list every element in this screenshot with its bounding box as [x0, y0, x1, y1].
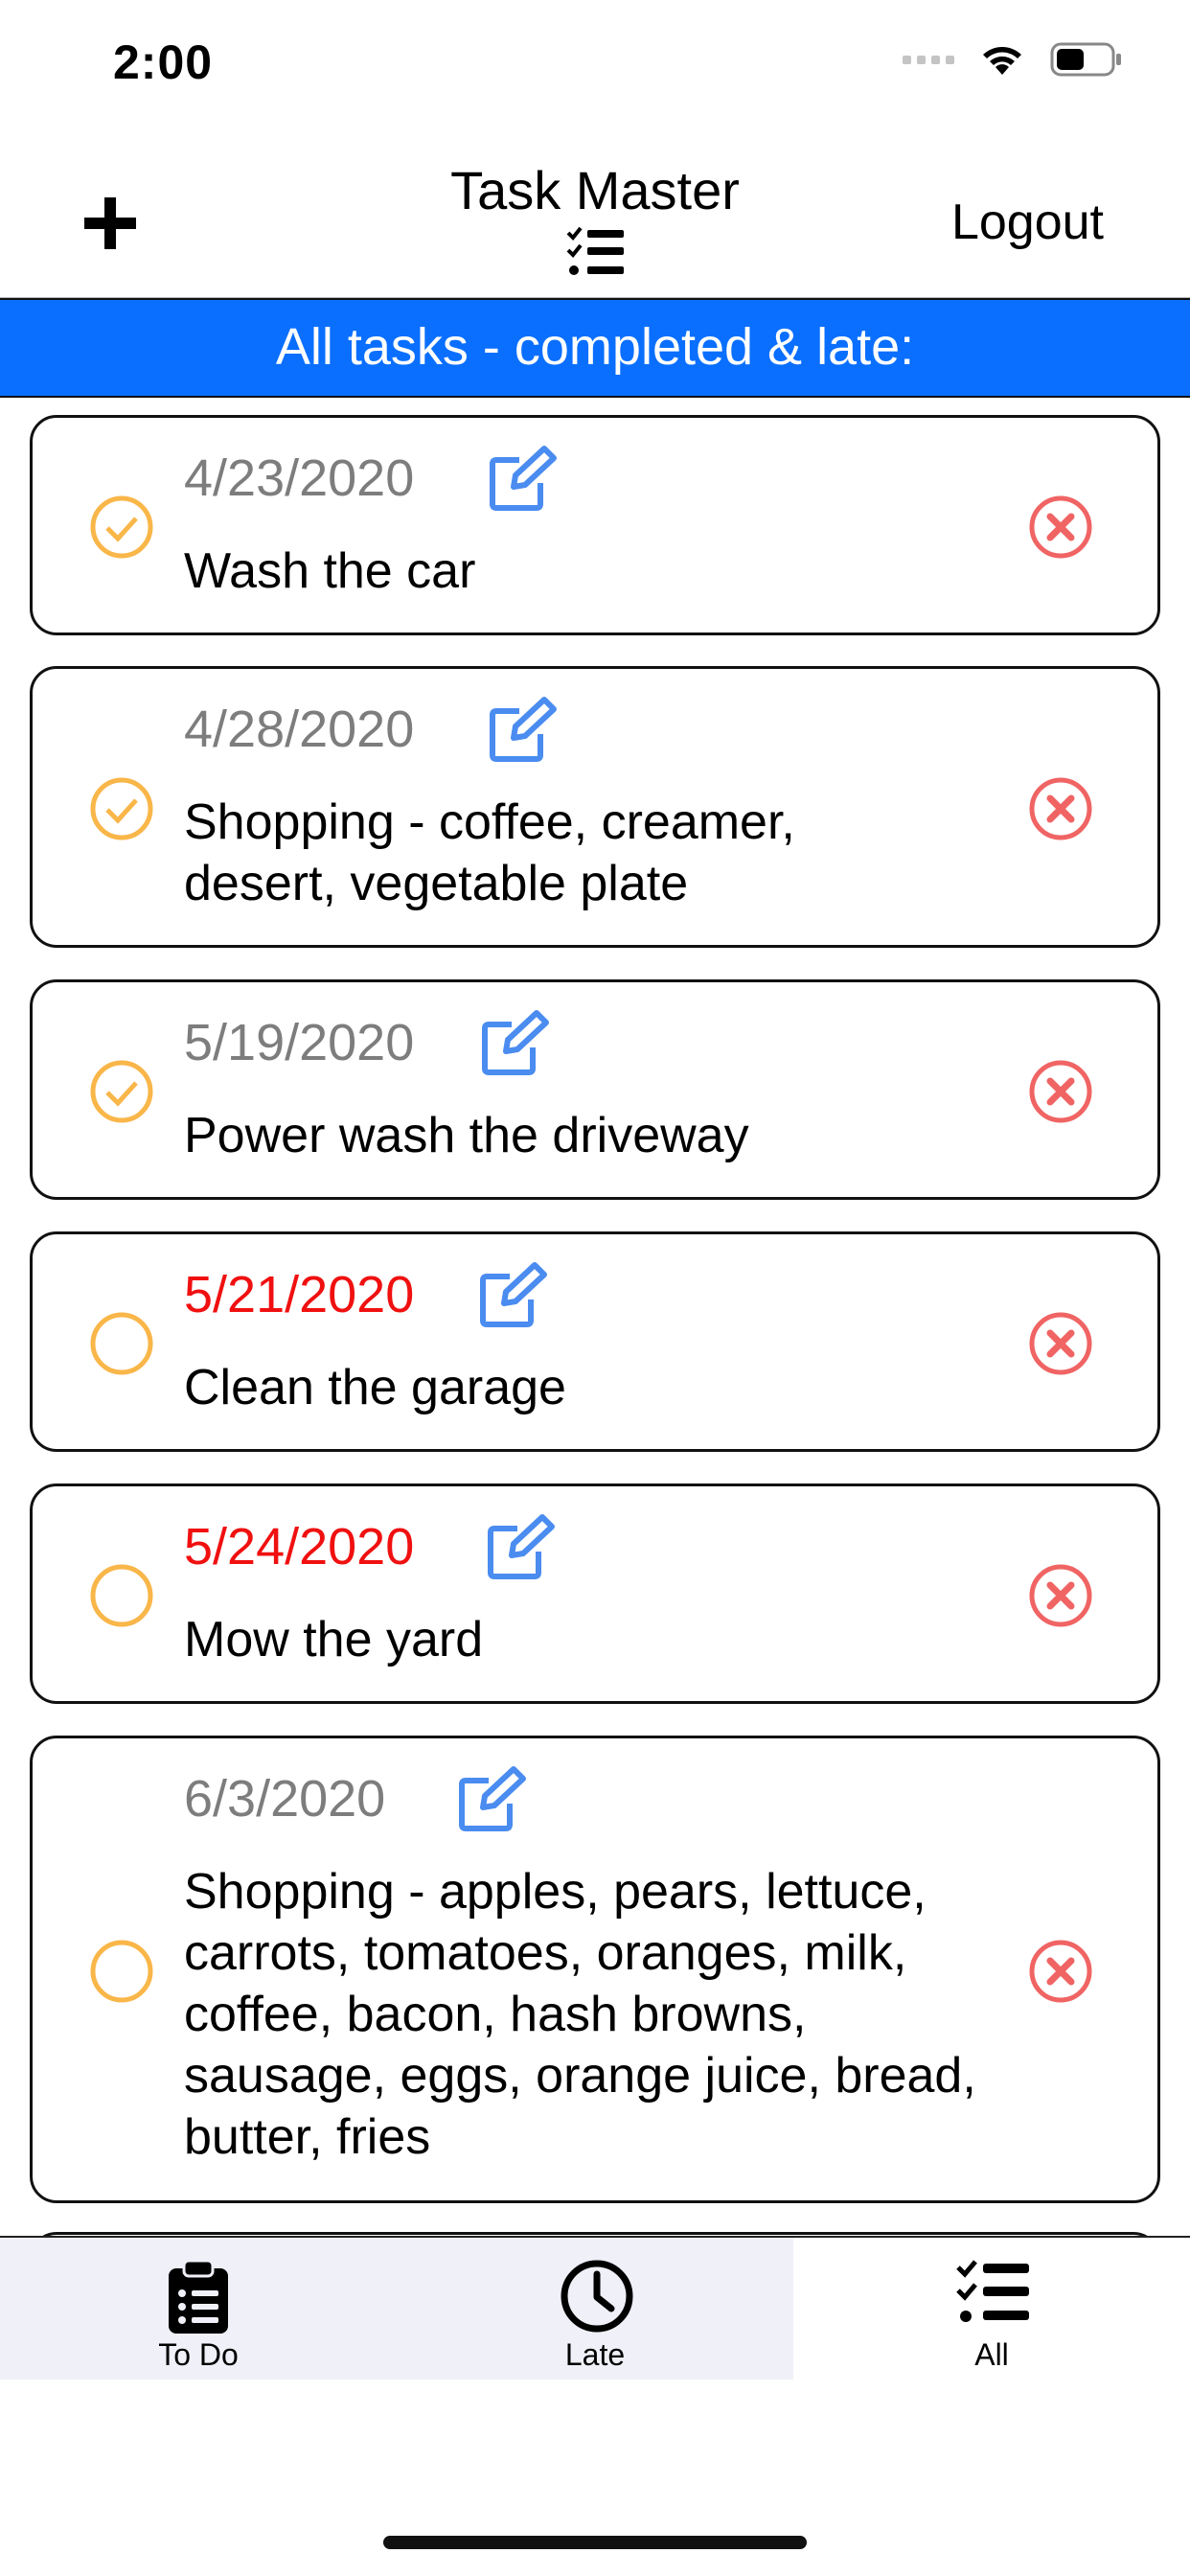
section-banner: All tasks - completed & late: [0, 298, 1190, 398]
delete-icon[interactable] [1027, 1310, 1094, 1377]
incomplete-circle-icon[interactable] [88, 1938, 155, 2005]
edit-icon[interactable] [487, 696, 563, 765]
status-time: 2:00 [113, 35, 214, 89]
tab-label: All [974, 2337, 1009, 2372]
edit-icon[interactable] [456, 1765, 533, 1834]
tab-to-do[interactable]: To Do [0, 2238, 397, 2380]
home-indicator [383, 2536, 807, 2549]
delete-icon[interactable] [1027, 1562, 1094, 1629]
incomplete-circle-icon[interactable] [88, 1562, 155, 1629]
signal-icon [903, 55, 954, 64]
tab-all[interactable]: All [793, 2238, 1190, 2380]
task-text: Mow the yard [184, 1612, 484, 1668]
nav-header: Task Master Logout [0, 134, 1190, 299]
delete-icon[interactable] [1027, 1938, 1094, 2005]
edit-icon[interactable] [479, 1009, 556, 1078]
checklist-icon [956, 2260, 1029, 2322]
completed-check-icon[interactable] [88, 1058, 155, 1125]
task-card: 5/19/2020 Power wash the driveway [30, 979, 1160, 1200]
task-date: 6/3/2020 [184, 1770, 386, 1828]
delete-icon[interactable] [1027, 1058, 1094, 1125]
checklist-icon [566, 226, 624, 275]
completed-check-icon[interactable] [88, 775, 155, 842]
task-card: 5/21/2020 Clean the garage [30, 1231, 1160, 1452]
delete-icon[interactable] [1027, 775, 1094, 842]
edit-icon[interactable] [485, 1513, 561, 1582]
task-text: Wash the car [184, 543, 476, 599]
task-text: Shopping - apples, pears, lettuce, carro… [184, 1864, 976, 2165]
status-bar: 2:00 [0, 0, 1190, 134]
status-icons [903, 42, 1123, 77]
task-card: 5/24/2020 Mow the yard [30, 1484, 1160, 1704]
task-date: 5/19/2020 [184, 1014, 415, 1071]
task-card: 6/3/2020 Shopping - apples, pears, lettu… [30, 1736, 1160, 2203]
task-date: 4/23/2020 [184, 449, 415, 507]
tab-label: To Do [158, 2337, 239, 2372]
battery-icon [1050, 42, 1121, 77]
task-date-late: 5/21/2020 [184, 1266, 415, 1323]
task-list[interactable]: 4/23/2020 Wash the car 4/28/2020 Shoppin… [0, 398, 1190, 2236]
edit-icon[interactable] [487, 445, 563, 514]
incomplete-circle-icon[interactable] [88, 1310, 155, 1377]
completed-check-icon[interactable] [88, 494, 155, 561]
tab-bar: To Do Late All [0, 2236, 1190, 2380]
task-text: Power wash the driveway [184, 1108, 749, 1163]
task-card: 4/28/2020 Shopping - coffee, creamer, de… [30, 666, 1160, 948]
task-text: Clean the garage [184, 1360, 566, 1415]
task-date: 4/28/2020 [184, 701, 415, 758]
edit-icon[interactable] [477, 1261, 554, 1330]
tab-late[interactable]: Late [397, 2238, 793, 2380]
clipboard-icon [169, 2259, 228, 2334]
tab-label: Late [564, 2337, 626, 2372]
task-card: 4/23/2020 Wash the car [30, 415, 1160, 635]
task-date-late: 5/24/2020 [184, 1518, 415, 1576]
clock-icon [561, 2260, 633, 2333]
wifi-icon [983, 47, 1021, 75]
task-text: Shopping - coffee, creamer, desert, vege… [184, 794, 795, 911]
delete-icon[interactable] [1027, 494, 1094, 561]
logout-button[interactable]: Logout [951, 194, 1104, 251]
